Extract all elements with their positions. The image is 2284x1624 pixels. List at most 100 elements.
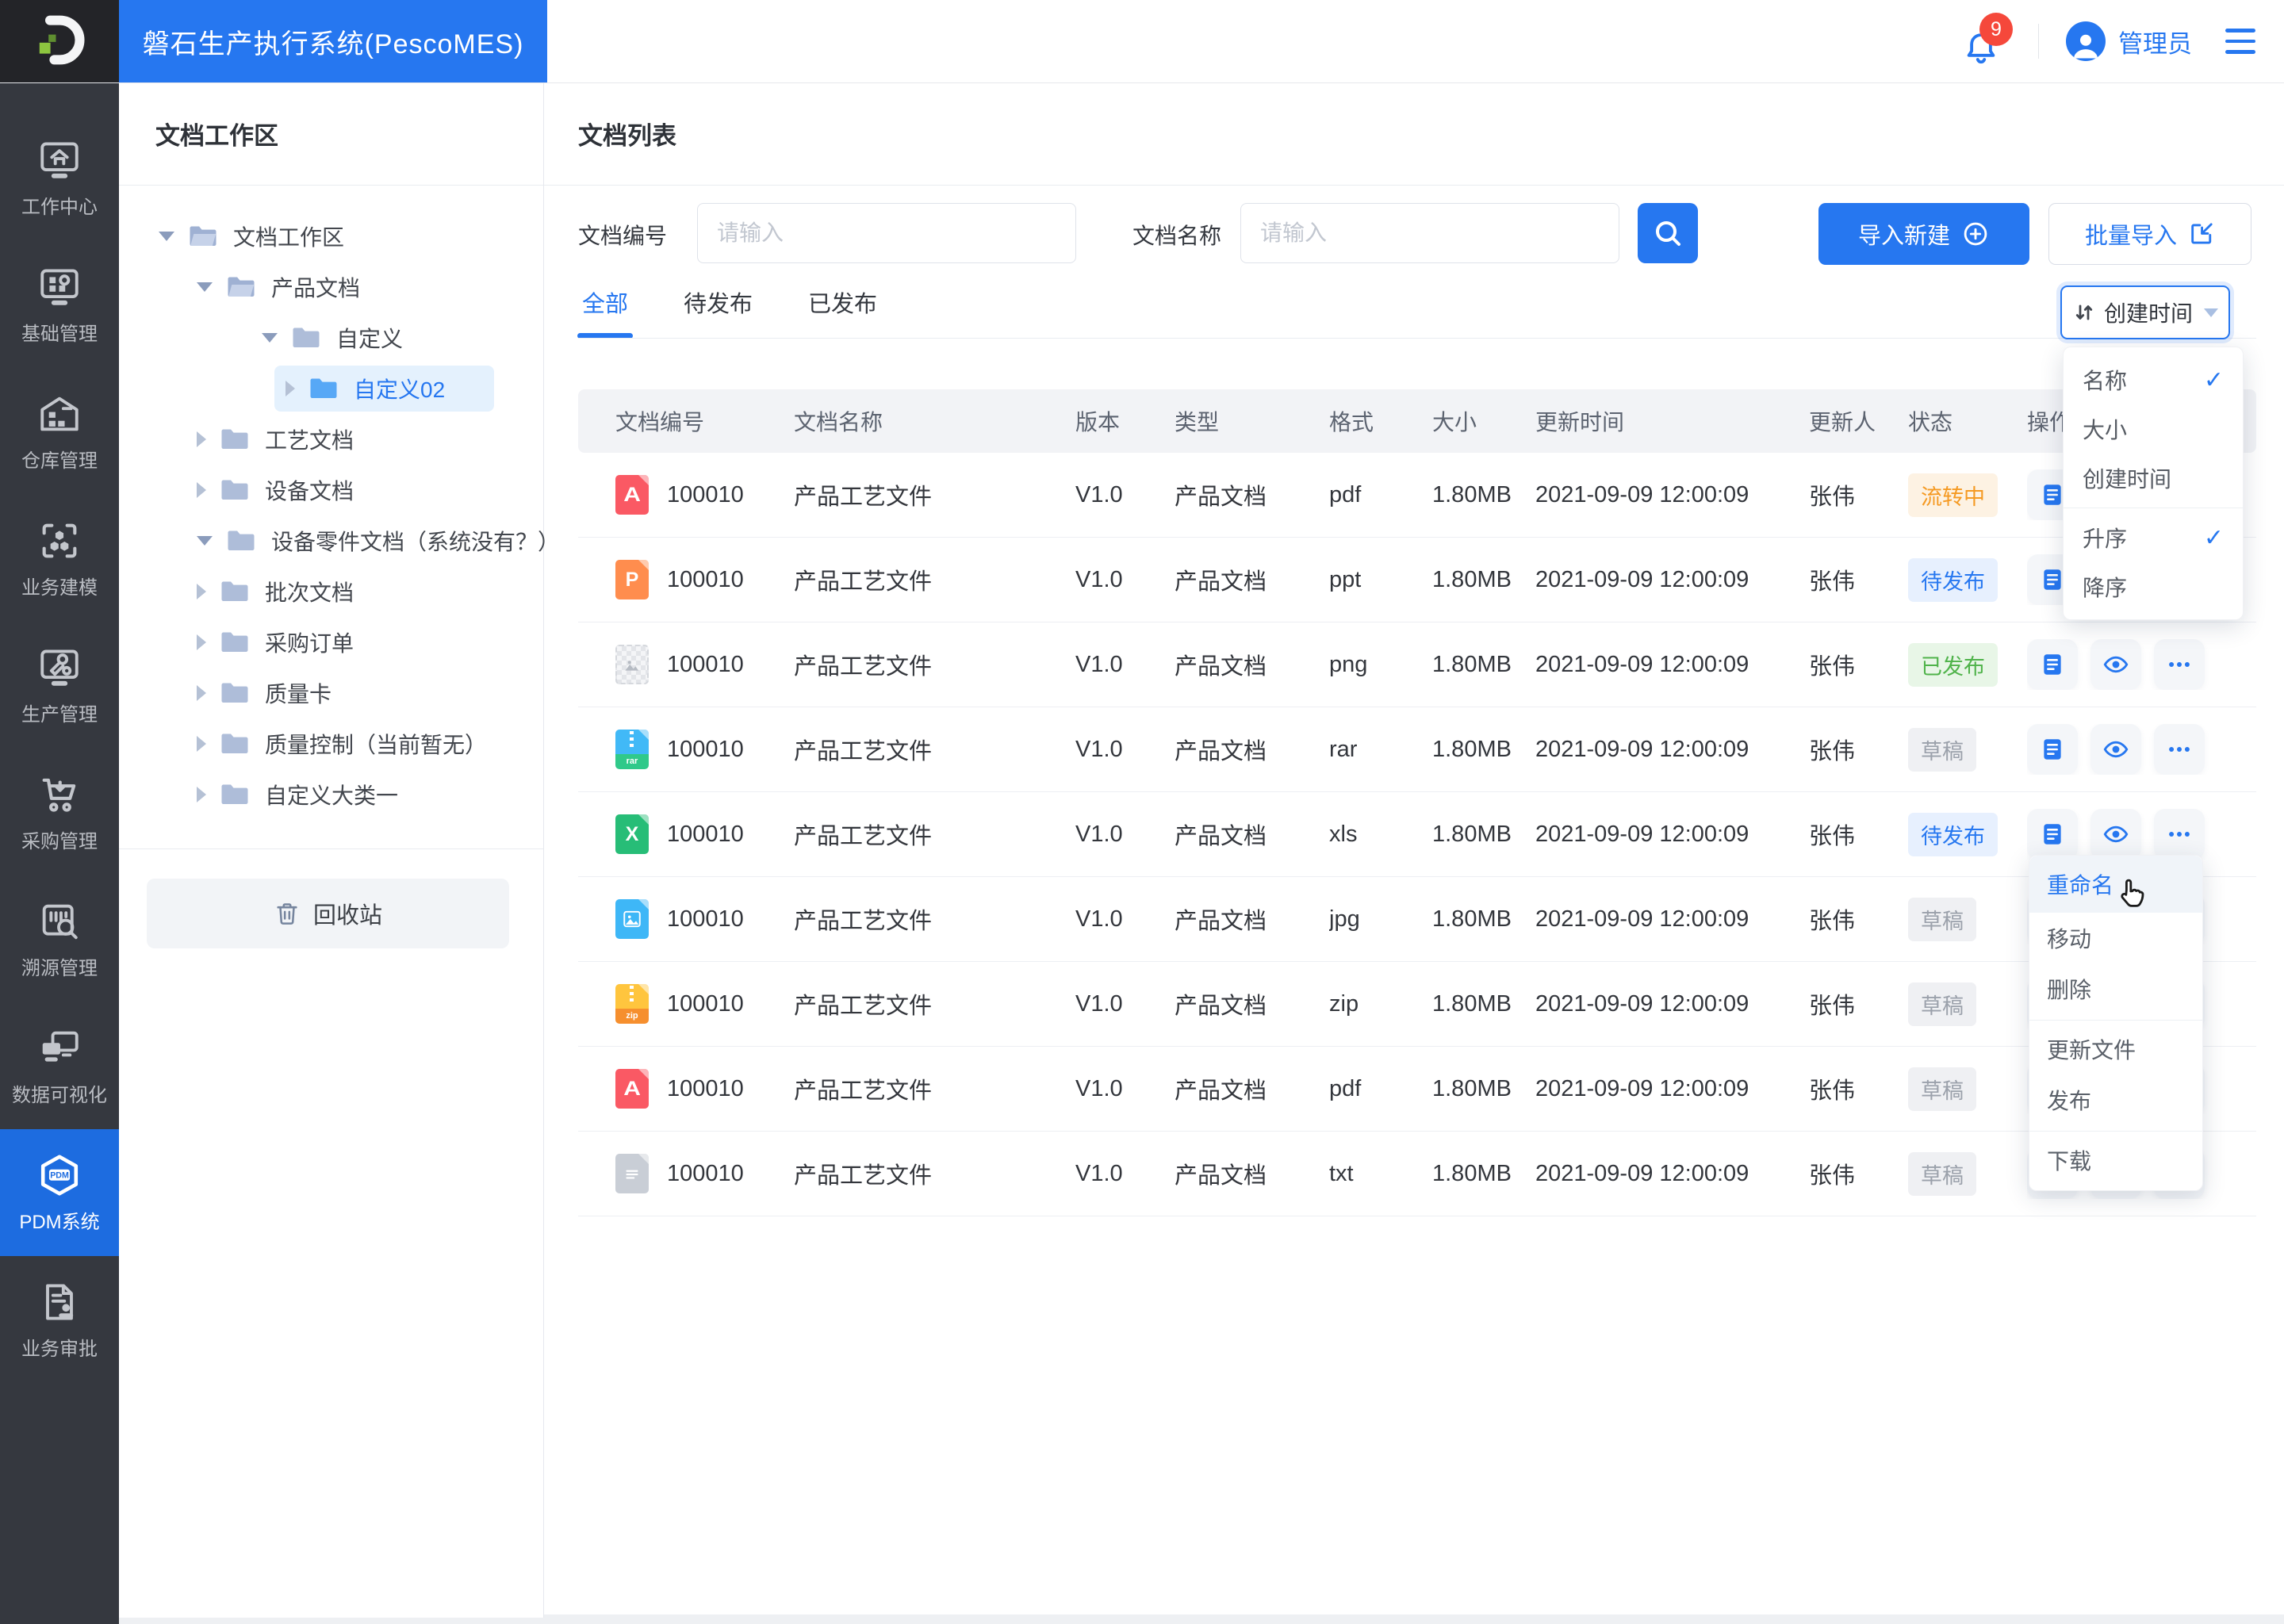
table-header-cell[interactable]: 文档编号 (615, 405, 794, 437)
more-button[interactable] (2154, 809, 2205, 860)
sidebar-item-data-viz[interactable]: 数据可视化 (0, 1002, 119, 1129)
cell-doc-name[interactable]: 产品工艺文件 (794, 818, 1075, 851)
sidebar-item-approval[interactable]: 业务审批 (0, 1256, 119, 1383)
tree-caret-icon[interactable] (197, 634, 206, 650)
table-row[interactable]: 100010 产品工艺文件 V1.0 产品文档 rar 1.80MB 2021-… (578, 707, 2256, 792)
tab[interactable]: 已发布 (808, 290, 877, 319)
user-avatar[interactable] (2066, 21, 2106, 61)
batch-import-button[interactable]: 批量导入 (2048, 203, 2251, 265)
table-row[interactable]: 100010 产品工艺文件 V1.0 产品文档 ppt 1.80MB 2021-… (578, 538, 2256, 622)
cell-updated-by: 张伟 (1809, 824, 1856, 849)
sidebar-item-modeling[interactable]: 业务建模 (0, 495, 119, 622)
doc-name-input[interactable] (1240, 203, 1619, 263)
sidebar-item-work-center[interactable]: 工作中心 (0, 114, 119, 241)
sidebar-item-production[interactable]: 生产管理 (0, 622, 119, 749)
preview-button[interactable] (2090, 639, 2141, 690)
tree-node[interactable]: 文档工作区 (119, 211, 543, 262)
tree-caret-icon[interactable] (286, 381, 295, 396)
table-row[interactable]: 100010 产品工艺文件 V1.0 产品文档 pdf 1.80MB 2021-… (578, 1047, 2256, 1132)
preview-button[interactable] (2090, 809, 2141, 860)
app-logo[interactable] (0, 0, 119, 82)
sidebar-item-procurement[interactable]: 采购管理 (0, 749, 119, 875)
tree-node[interactable]: 质量卡 (119, 668, 543, 718)
tree-caret-icon[interactable] (197, 685, 206, 701)
tree-node[interactable]: 自定义大类一 (119, 769, 543, 820)
sort-field-option[interactable]: 大小 (2064, 404, 2243, 454)
sort-field-option[interactable]: 名称 (2064, 355, 2243, 404)
tree-caret-icon[interactable] (197, 736, 206, 752)
tree-node[interactable]: 质量控制（当前暂无） (119, 718, 543, 769)
tree-caret-icon[interactable] (197, 282, 213, 292)
tree-caret-icon[interactable] (262, 333, 278, 343)
sort-order-option[interactable]: 升序 (2064, 513, 2243, 562)
sidebar-item-base-mgmt[interactable]: 基础管理 (0, 241, 119, 368)
table-header-cell[interactable]: 版本 (1075, 405, 1175, 437)
table-row[interactable]: 100010 产品工艺文件 V1.0 产品文档 zip 1.80MB 2021-… (578, 962, 2256, 1047)
hamburger-menu-icon[interactable] (2221, 24, 2260, 59)
table-header-cell[interactable]: 更新时间 (1535, 405, 1809, 437)
sort-button[interactable]: 创建时间 (2060, 285, 2230, 339)
cell-doc-name[interactable]: 产品工艺文件 (794, 1072, 1075, 1105)
detail-button[interactable] (2027, 639, 2078, 690)
more-button[interactable] (2154, 639, 2205, 690)
tab[interactable]: 待发布 (684, 290, 753, 319)
table-row[interactable]: 100010 产品工艺文件 V1.0 产品文档 png 1.80MB 2021-… (578, 622, 2256, 707)
table-header-cell[interactable]: 状态 (1908, 405, 2027, 437)
table-row[interactable]: 100010 产品工艺文件 V1.0 产品文档 jpg 1.80MB 2021-… (578, 877, 2256, 962)
recycle-bin-button[interactable]: 回收站 (147, 879, 509, 948)
sidebar-item-warehouse[interactable]: 仓库管理 (0, 368, 119, 495)
cell-doc-name[interactable]: 产品工艺文件 (794, 987, 1075, 1021)
check-icon (2204, 366, 2224, 394)
cell-doc-name[interactable]: 产品工艺文件 (794, 648, 1075, 681)
preview-button[interactable] (2090, 724, 2141, 775)
sort-order-option[interactable]: 降序 (2064, 562, 2243, 611)
tree-node[interactable]: 设备文档 (119, 465, 543, 515)
context-menu-item[interactable]: 重命名 (2029, 856, 2202, 913)
table-header-cell[interactable]: 大小 (1432, 405, 1535, 437)
table-header-cell[interactable]: 类型 (1175, 405, 1329, 437)
context-menu-item[interactable]: 移动 (2029, 913, 2202, 963)
detail-button[interactable] (2027, 809, 2078, 860)
doc-no-input[interactable] (697, 203, 1076, 263)
tree-node[interactable]: 自定义 (119, 312, 543, 363)
cell-doc-name[interactable]: 产品工艺文件 (794, 478, 1075, 511)
tree-caret-icon[interactable] (197, 482, 206, 498)
import-new-button[interactable]: 导入新建 (1818, 203, 2029, 265)
context-menu-item[interactable]: 发布 (2029, 1074, 2202, 1125)
table-header-cell[interactable]: 文档名称 (794, 405, 1075, 437)
cell-doc-no: 100010 (667, 1075, 744, 1101)
tree-node[interactable]: 产品文档 (119, 262, 543, 312)
tree-caret-icon[interactable] (159, 232, 174, 241)
tree-caret-icon[interactable] (197, 431, 206, 447)
tree-node[interactable]: 自定义02 (119, 363, 543, 414)
tree-node[interactable]: 设备零件文档（系统没有？） (119, 515, 560, 566)
search-button[interactable] (1638, 203, 1698, 263)
tab[interactable]: 全部 (577, 290, 634, 339)
context-menu-item[interactable]: 下载 (2029, 1131, 2202, 1185)
cell-doc-name[interactable]: 产品工艺文件 (794, 563, 1075, 596)
user-name[interactable]: 管理员 (2118, 24, 2192, 59)
table-header-cell[interactable]: 更新人 (1809, 405, 1908, 437)
tree-node[interactable]: 工艺文档 (119, 414, 543, 465)
table-row[interactable]: 100010 产品工艺文件 V1.0 产品文档 pdf 1.80MB 2021-… (578, 453, 2256, 538)
table-row[interactable]: 100010 产品工艺文件 V1.0 产品文档 txt 1.80MB 2021-… (578, 1132, 2256, 1216)
tree-caret-icon[interactable] (197, 787, 206, 802)
notification-bell-icon[interactable]: 9 (1959, 13, 2013, 67)
file-type-icon (615, 560, 649, 599)
table-header-cell[interactable]: 格式 (1329, 405, 1432, 437)
cell-doc-name[interactable]: 产品工艺文件 (794, 902, 1075, 936)
sidebar-item-pdm[interactable]: PDM PDM系统 (0, 1129, 119, 1256)
context-menu-item[interactable]: 更新文件 (2029, 1020, 2202, 1074)
tree-caret-icon[interactable] (197, 584, 206, 599)
cell-doc-name[interactable]: 产品工艺文件 (794, 1157, 1075, 1190)
sidebar-item-traceability[interactable]: 溯源管理 (0, 875, 119, 1002)
more-button[interactable] (2154, 724, 2205, 775)
context-menu-item[interactable]: 删除 (2029, 963, 2202, 1014)
detail-button[interactable] (2027, 724, 2078, 775)
tree-caret-icon[interactable] (197, 536, 213, 546)
tree-node[interactable]: 批次文档 (119, 566, 543, 617)
tree-node[interactable]: 采购订单 (119, 617, 543, 668)
cell-doc-name[interactable]: 产品工艺文件 (794, 733, 1075, 766)
table-row[interactable]: 100010 产品工艺文件 V1.0 产品文档 xls 1.80MB 2021-… (578, 792, 2256, 877)
sort-field-option[interactable]: 创建时间 (2064, 454, 2243, 503)
